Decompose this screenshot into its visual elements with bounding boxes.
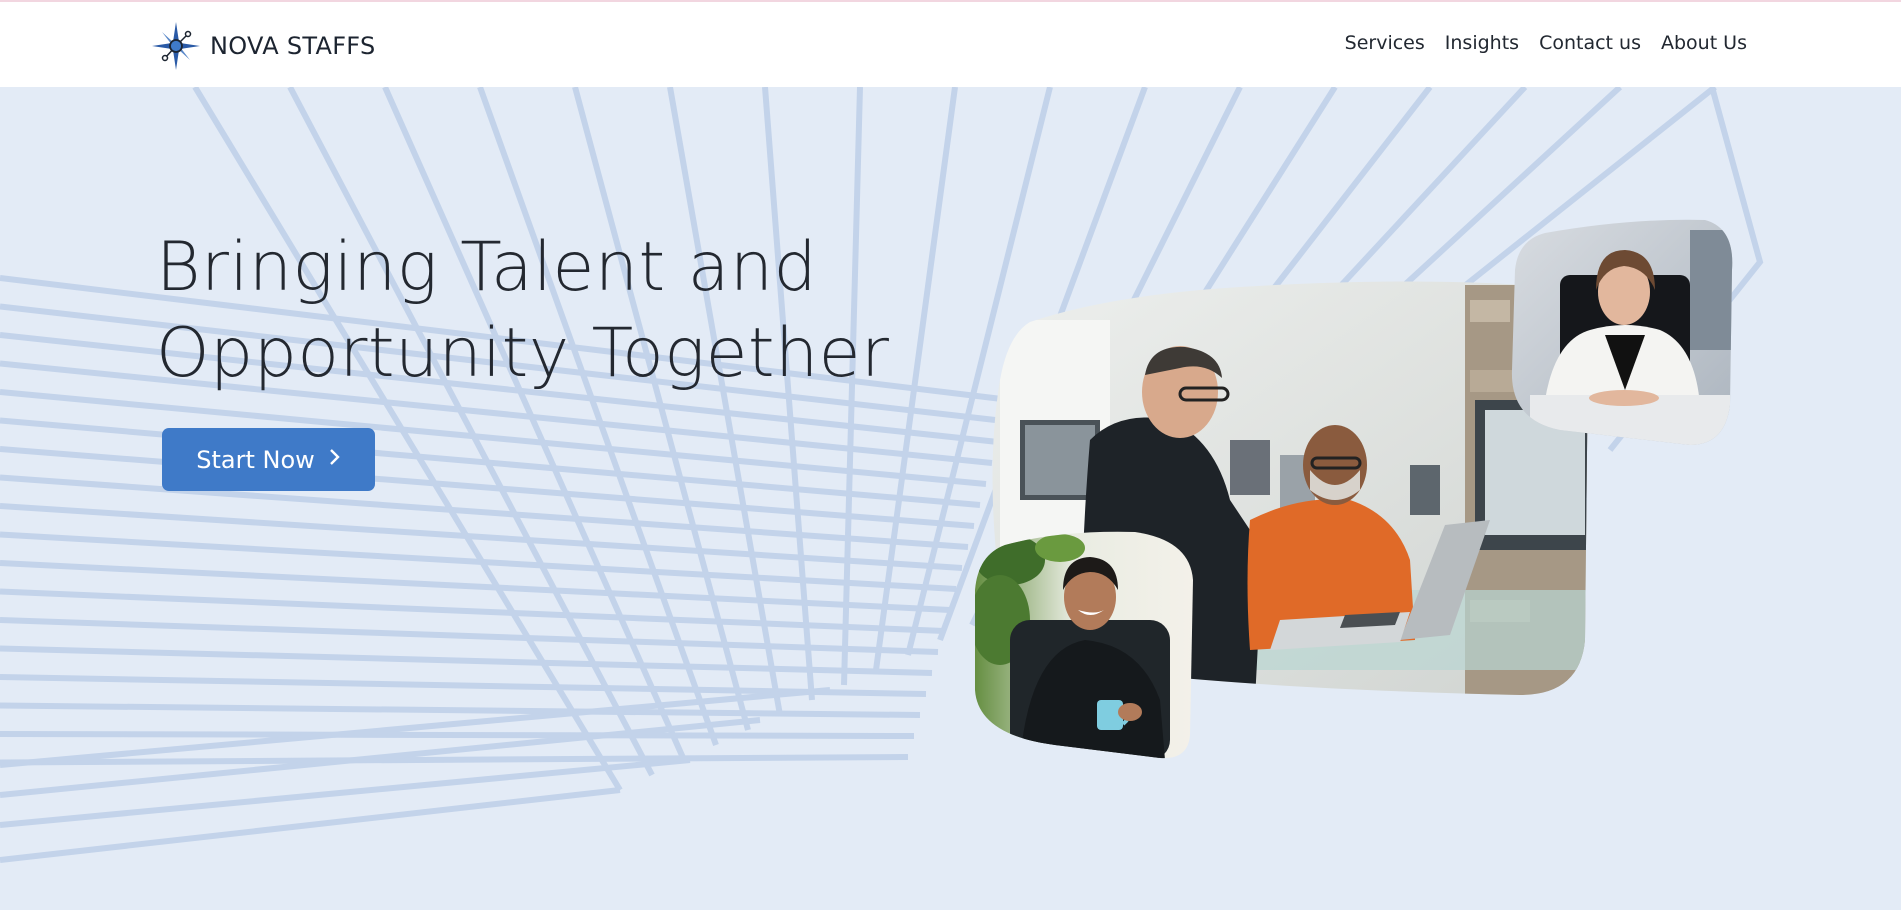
hero-title: Bringing Talent and Opportunity Together [156, 225, 916, 397]
start-now-label: Start Now [196, 445, 315, 474]
man-with-mug-photo [975, 531, 1193, 759]
compass-star-icon [152, 22, 200, 70]
nav-services[interactable]: Services [1345, 32, 1425, 54]
nav-contact-us[interactable]: Contact us [1539, 32, 1641, 54]
decorative-line-pattern [0, 87, 1764, 863]
site-header: NOVA STAFFS Services Insights Contact us… [0, 2, 1901, 87]
hero-section [0, 87, 1901, 910]
brand-logo[interactable]: NOVA STAFFS [150, 20, 376, 72]
nav-about-us[interactable]: About Us [1661, 32, 1747, 54]
brand-name: NOVA STAFFS [210, 32, 376, 60]
main-nav: Services Insights Contact us About Us [1345, 32, 1747, 54]
chevron-right-icon [329, 447, 341, 472]
hero-title-line-2: Opportunity Together [156, 314, 890, 393]
nav-insights[interactable]: Insights [1445, 32, 1519, 54]
start-now-button[interactable]: Start Now [162, 428, 375, 491]
hero-title-line-1: Bringing Talent and [156, 228, 818, 307]
businesswoman-photo [1511, 219, 1733, 445]
